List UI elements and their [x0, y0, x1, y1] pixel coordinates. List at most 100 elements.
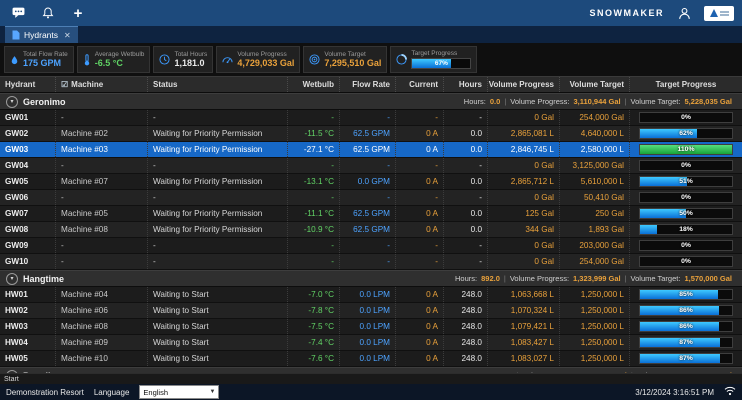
cell-id: GW08 — [0, 222, 56, 237]
progress-track: 0% — [639, 112, 733, 123]
progress-percent-label: 0% — [640, 193, 732, 202]
summary-value: 3,110,944 Gal — [573, 97, 620, 106]
table-row-gw01[interactable]: GW01------0 Gal254,000 Gal0% — [0, 110, 742, 126]
progress-percent-label: 86% — [640, 306, 732, 315]
cell-flow: 0.0 LPM — [340, 319, 396, 334]
cell-vol_target: 1,893 Gal — [560, 222, 630, 237]
user-account-icon[interactable] — [674, 4, 694, 22]
summary-value: 0.0 — [490, 97, 500, 106]
cell-current: 0 A — [396, 335, 444, 350]
cell-status: Waiting for Priority Permission — [148, 222, 288, 237]
progress-percent-label: 18% — [640, 225, 732, 234]
table-row-hw01[interactable]: HW01Machine #04Waiting to Start-7.0 °C0.… — [0, 287, 742, 303]
table-row-gw03[interactable]: GW03Machine #03Waiting for Priority Perm… — [0, 142, 742, 158]
alarm-bell-icon[interactable] — [38, 4, 58, 22]
column-header-machine[interactable]: ☑Machine — [56, 77, 148, 92]
progress-track: 50% — [639, 208, 733, 219]
progress-percent-label: 62% — [640, 129, 732, 138]
cell-status: - — [148, 190, 288, 205]
table-row-gw04[interactable]: GW04------0 Gal3,125,000 Gal0% — [0, 158, 742, 174]
tab-hydrants[interactable]: Hydrants ✕ — [5, 26, 78, 43]
summary-value: 5,228,035 Gal — [684, 97, 732, 106]
chat-icon[interactable] — [8, 4, 28, 22]
column-header-target-progress[interactable]: Target Progress — [630, 77, 742, 92]
column-header-status[interactable]: Status — [148, 77, 288, 92]
cell-hours: 0.0 — [444, 126, 488, 141]
column-header-hours[interactable]: Hours — [444, 77, 488, 92]
progress-icon — [396, 54, 407, 65]
column-header-flow-rate[interactable]: Flow Rate — [340, 77, 396, 92]
cell-machine: - — [56, 158, 148, 173]
cell-vol_progress: 344 Gal — [488, 222, 560, 237]
column-header-volume-target[interactable]: Volume Target — [560, 77, 630, 92]
stat-card-volume-progress: Volume Progress4,729,033 Gal — [216, 46, 300, 73]
cell-wetbulb: - — [288, 110, 340, 125]
stat-card-target-progress: Target Progress 67% — [390, 46, 477, 73]
cell-vol_progress: 0 Gal — [488, 110, 560, 125]
column-header-hydrant[interactable]: Hydrant — [0, 77, 56, 92]
wifi-icon[interactable] — [724, 386, 736, 398]
collapse-group-icon[interactable]: ▾ — [6, 273, 18, 285]
select-all-checkbox[interactable]: ☑ — [61, 80, 68, 89]
table-row-gw10[interactable]: GW10------0 Gal254,000 Gal0% — [0, 254, 742, 270]
cell-vol_progress: 2,865,081 L — [488, 126, 560, 141]
language-select[interactable]: English ▼ — [139, 385, 219, 399]
progress-track: 85% — [639, 289, 733, 300]
cell-status: Waiting to Start — [148, 287, 288, 302]
cell-vol_target: 1,250,000 L — [560, 287, 630, 302]
cell-vol_target: 1,250,000 L — [560, 351, 630, 366]
table-row-gw09[interactable]: GW09------0 Gal203,000 Gal0% — [0, 238, 742, 254]
progress-track: 0% — [639, 192, 733, 203]
top-bar: + SNOWMAKER — [0, 0, 742, 26]
cell-current: - — [396, 190, 444, 205]
cell-vol_progress: 1,083,027 L — [488, 351, 560, 366]
cell-status: - — [148, 158, 288, 173]
cell-machine: Machine #07 — [56, 174, 148, 189]
stat-value: 7,295,510 Gal — [324, 58, 381, 68]
logo-mountain-shape — [710, 9, 718, 17]
table-row-hw04[interactable]: HW04Machine #09Waiting to Start-7.4 °C0.… — [0, 335, 742, 351]
column-header-wetbulb[interactable]: Wetbulb — [288, 77, 340, 92]
cell-id: GW06 — [0, 190, 56, 205]
cell-vol_target: 2,580,000 L — [560, 142, 630, 157]
column-header-current[interactable]: Current — [396, 77, 444, 92]
cell-current: - — [396, 110, 444, 125]
cell-flow: 62.5 GPM — [340, 126, 396, 141]
cell-hours: 248.0 — [444, 351, 488, 366]
table-row-hw05[interactable]: HW05Machine #10Waiting to Start-7.6 °C0.… — [0, 351, 742, 367]
cell-hours: 0.0 — [444, 174, 488, 189]
collapse-group-icon[interactable]: ▾ — [6, 96, 18, 108]
cell-wetbulb: -10.9 °C — [288, 222, 340, 237]
table-row-gw06[interactable]: GW06------0 Gal50,410 Gal0% — [0, 190, 742, 206]
table-row-gw02[interactable]: GW02Machine #02Waiting for Priority Perm… — [0, 126, 742, 142]
target-icon — [309, 54, 320, 65]
start-button[interactable]: Start — [4, 376, 19, 383]
column-header-volume-progress[interactable]: Volume Progress — [488, 77, 560, 92]
cell-status: Waiting for Priority Permission — [148, 142, 288, 157]
table-row-gw07[interactable]: GW07Machine #05Waiting for Priority Perm… — [0, 206, 742, 222]
brand-logo — [704, 6, 734, 21]
cell-hours: 248.0 — [444, 335, 488, 350]
stat-card-total-flow-rate: Total Flow Rate175 GPM — [4, 46, 74, 73]
cell-machine: Machine #08 — [56, 222, 148, 237]
group-summary: Hours: 0.0|Volume Progress: 3,110,944 Ga… — [464, 97, 736, 106]
table-row-hw03[interactable]: HW03Machine #08Waiting to Start-7.5 °C0.… — [0, 319, 742, 335]
summary-label: Volume Progress: — [510, 97, 569, 106]
cell-machine: - — [56, 254, 148, 269]
cell-status: Waiting for Priority Permission — [148, 174, 288, 189]
cell-hours: 248.0 — [444, 303, 488, 318]
add-tab-icon[interactable]: + — [68, 4, 88, 22]
cell-id: HW02 — [0, 303, 56, 318]
table-row-hw02[interactable]: HW02Machine #06Waiting to Start-7.8 °C0.… — [0, 303, 742, 319]
tab-close-icon[interactable]: ✕ — [64, 31, 71, 40]
cell-machine: Machine #05 — [56, 206, 148, 221]
cell-vol_progress: 125 Gal — [488, 206, 560, 221]
cell-vol_progress: 2,846,745 L — [488, 142, 560, 157]
cell-flow: 62.5 GPM — [340, 222, 396, 237]
group-header-geronimo: ▾GeronimoHours: 0.0|Volume Progress: 3,1… — [0, 93, 742, 110]
table-row-gw05[interactable]: GW05Machine #07Waiting for Priority Perm… — [0, 174, 742, 190]
table-row-gw08[interactable]: GW08Machine #08Waiting for Priority Perm… — [0, 222, 742, 238]
cell-id: HW01 — [0, 287, 56, 302]
target-progress-bar: 50% — [630, 206, 742, 221]
cell-id: GW07 — [0, 206, 56, 221]
